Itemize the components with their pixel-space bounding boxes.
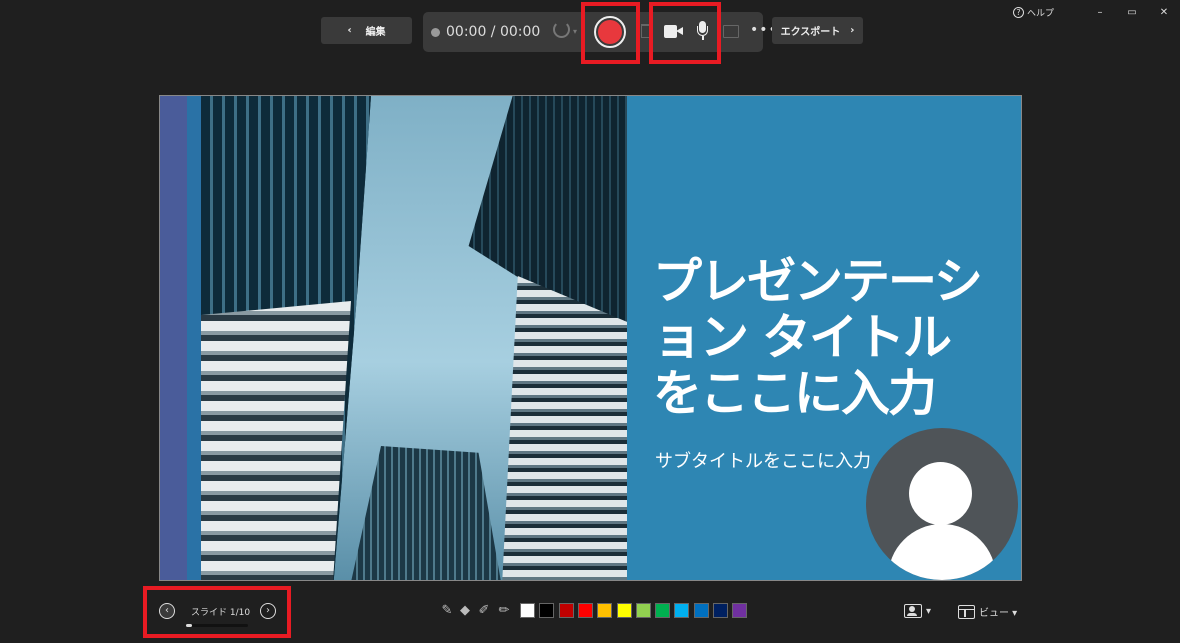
- pen-icon[interactable]: ✎: [440, 602, 454, 620]
- view-layout-icon: [958, 604, 975, 619]
- avatar-body: [888, 524, 996, 580]
- window-controls: ? ヘルプ – ▭ ✕: [1012, 4, 1180, 20]
- highlight-camera-mic: [649, 2, 721, 64]
- pen-color-swatch[interactable]: [635, 603, 651, 618]
- camera-preview-avatar: [866, 428, 1018, 580]
- pen-color-swatch[interactable]: [577, 603, 593, 618]
- view-button[interactable]: ビュー ▾: [958, 604, 1017, 619]
- slide-subtitle: サブタイトルをここに入力: [655, 451, 871, 472]
- chevron-right-icon: ›: [850, 25, 855, 36]
- retake-icon[interactable]: [553, 21, 570, 38]
- slide-canvas: プレゼンテーション タイトルをここに入力 サブタイトルをここに入力: [159, 95, 1022, 581]
- highlighter-icon[interactable]: ✏: [497, 602, 511, 620]
- slide-progress-bar: [186, 624, 248, 627]
- camera-mode-button[interactable]: ▾: [904, 604, 931, 618]
- pen-color-swatch[interactable]: [674, 603, 690, 618]
- export-button[interactable]: エクスポート ›: [772, 17, 863, 44]
- eraser-icon[interactable]: ◆: [458, 602, 472, 620]
- next-slide-button[interactable]: ›: [260, 603, 276, 619]
- pen-color-swatch[interactable]: [693, 603, 709, 618]
- slide-accent-stripe: [160, 96, 187, 580]
- pen-color-swatch[interactable]: [732, 603, 748, 618]
- pen-color-swatch[interactable]: [597, 603, 613, 618]
- help-button[interactable]: ? ヘルプ: [1012, 6, 1054, 19]
- avatar-head: [909, 462, 972, 525]
- retake-dropdown-icon[interactable]: ▾: [573, 27, 577, 36]
- slide-title: プレゼンテーション タイトルをここに入力: [653, 253, 983, 422]
- pen-color-swatch[interactable]: [616, 603, 632, 618]
- camera-mode-caret: ▾: [926, 605, 932, 617]
- pen-color-swatch[interactable]: [655, 603, 671, 618]
- camera-mode-icon: [904, 604, 922, 618]
- pen-color-swatch[interactable]: [713, 603, 728, 618]
- camera-preview-icon[interactable]: [723, 25, 739, 38]
- recording-status-dot: [431, 27, 440, 37]
- help-label: ヘルプ: [1026, 8, 1054, 19]
- slide-progress-fill: [186, 624, 193, 627]
- highlight-record: [581, 2, 640, 64]
- previous-slide-button[interactable]: ‹: [159, 603, 175, 619]
- close-button[interactable]: ✕: [1148, 7, 1180, 18]
- recording-timer: 00:00 / 00:00: [431, 24, 540, 40]
- minimize-button[interactable]: –: [1084, 7, 1116, 18]
- edit-label: 編集: [365, 27, 386, 38]
- slide-accent-stripe-2: [187, 96, 201, 580]
- slide-photo-buildings: [201, 96, 627, 580]
- pen-color-swatch[interactable]: [520, 603, 535, 618]
- restore-button[interactable]: ▭: [1116, 7, 1148, 18]
- pen-color-swatch[interactable]: [558, 603, 574, 618]
- pen-color-swatch[interactable]: [539, 603, 555, 618]
- chevron-left-icon: ‹: [347, 25, 352, 36]
- timer-text: 00:00 / 00:00: [446, 24, 541, 40]
- help-icon: ?: [1012, 6, 1024, 18]
- slide-counter: スライド 1/10: [191, 608, 251, 618]
- edit-button[interactable]: ‹ 編集: [321, 17, 412, 44]
- view-label: ビュー ▾: [979, 608, 1018, 619]
- export-label: エクスポート: [780, 27, 841, 38]
- eraser-all-icon[interactable]: ✐: [477, 602, 491, 620]
